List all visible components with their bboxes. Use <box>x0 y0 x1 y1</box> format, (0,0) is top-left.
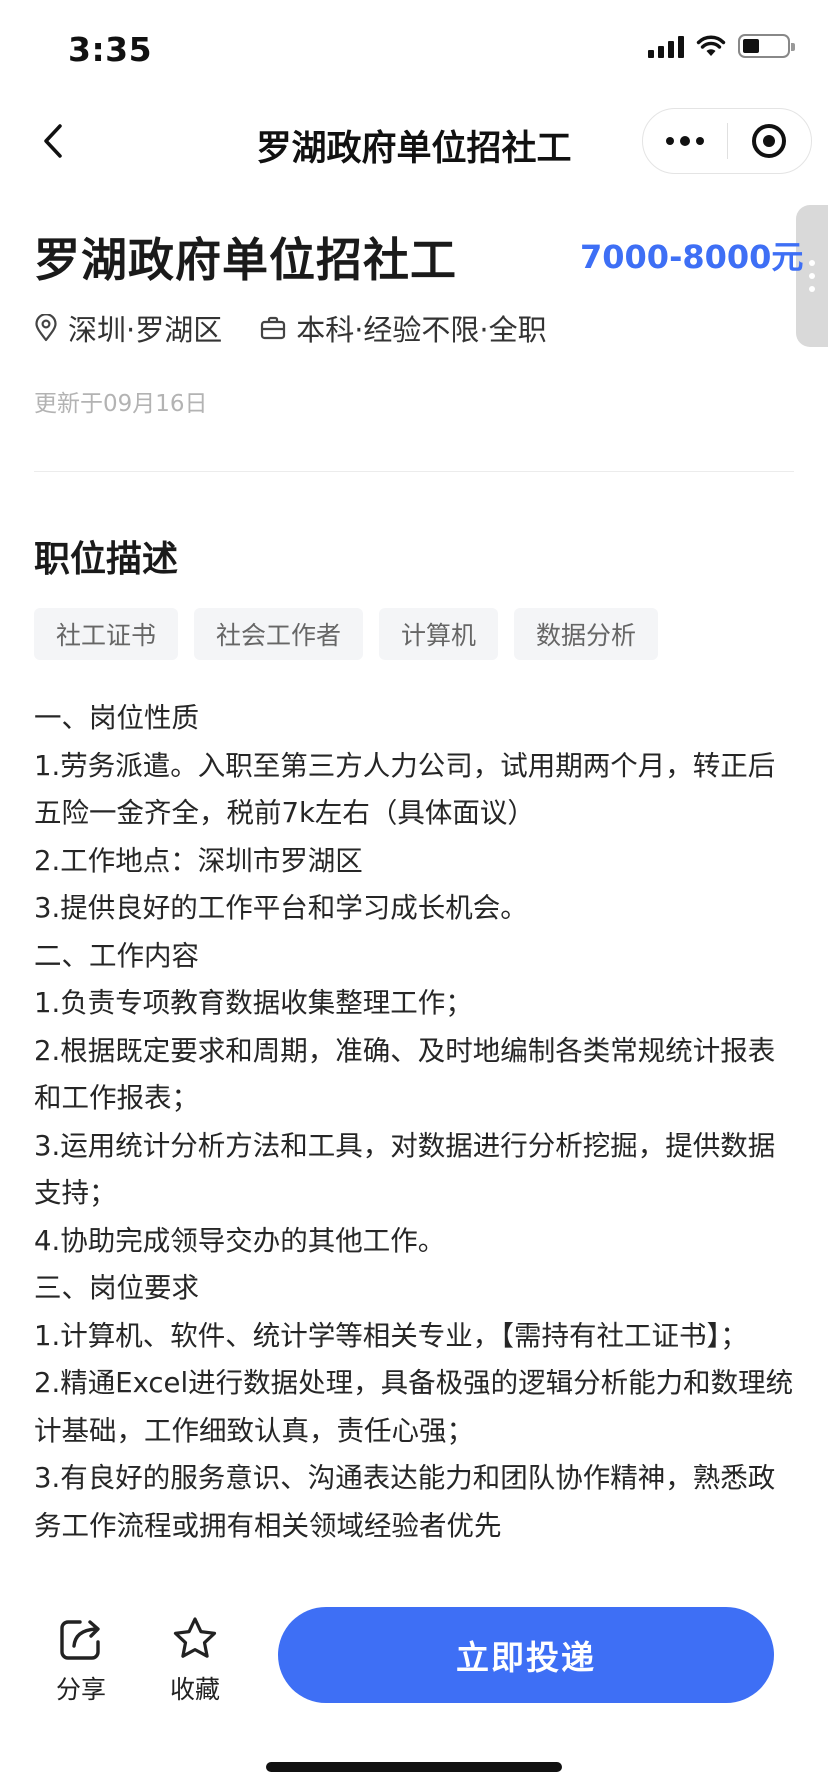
miniprogram-capsule <box>642 108 812 174</box>
description-line: 1.计算机、软件、统计学等相关专业，【需持有社工证书】； <box>34 1319 748 1352</box>
divider <box>34 471 794 472</box>
skill-tag: 计算机 <box>379 608 499 660</box>
briefcase-icon <box>261 316 286 340</box>
wifi-icon <box>696 35 726 56</box>
job-meta-row: 深圳·罗湖区 本科·经验不限·全职 <box>34 307 547 349</box>
star-icon <box>173 1617 217 1658</box>
job-requirements: 本科·经验不限·全职 <box>260 307 547 349</box>
description-line: 一、岗位性质 <box>34 702 199 734</box>
apply-button[interactable]: 立即投递 <box>278 1607 774 1703</box>
salary: 7000-8000元 <box>580 238 804 276</box>
status-icons <box>648 34 795 58</box>
share-label: 分享 <box>55 1675 106 1704</box>
share-icon <box>60 1620 100 1660</box>
updated-date: 更新于09月16日 <box>34 391 208 417</box>
description-line: 3.运用统计分析方法和工具，对数据进行分析挖掘，提供数据支持； <box>34 1129 776 1210</box>
description-line: 1.劳务派遣。入职至第三方人力公司，试用期两个月，转正后五险一金齐全，税前7k左… <box>34 749 776 830</box>
section-title-description: 职位描述 <box>34 539 179 580</box>
description-line: 2.精通Excel进行数据处理，具备极强的逻辑分析能力和数理统计基础，工作细致认… <box>34 1367 794 1447</box>
location-pin-icon <box>35 314 57 342</box>
description-line: 1.负责专项教育数据收集整理工作； <box>34 987 473 1019</box>
favorite-label: 收藏 <box>169 1675 220 1704</box>
description-line: 3.提供良好的工作平台和学习成长机会。 <box>34 892 528 924</box>
bottom-action-bar: 分享 收藏 立即投递 <box>0 1586 828 1792</box>
skill-tag: 数据分析 <box>514 608 659 660</box>
status-time: 3:35 <box>68 30 153 69</box>
description-line: 2.根据既定要求和周期，准确、及时地编制各类常规统计报表和工作报表； <box>34 1034 776 1115</box>
target-icon <box>752 124 787 158</box>
job-description-text: 一、岗位性质 1.劳务派遣。入职至第三方人力公司，试用期两个月，转正后五险一金齐… <box>34 695 796 1586</box>
job-requirements-text: 本科·经验不限·全职 <box>296 313 547 347</box>
close-miniprogram-button[interactable] <box>728 109 812 173</box>
description-line: 2.工作地点：深圳市罗湖区 <box>34 844 363 877</box>
skill-tag: 社工证书 <box>34 608 179 660</box>
description-line: 二、工作内容 <box>34 939 199 972</box>
description-line: 三、岗位要求 <box>34 1272 199 1304</box>
home-indicator[interactable] <box>266 1762 562 1772</box>
cellular-signal-icon <box>648 34 684 58</box>
description-line: 4.协助完成领导交办的其他工作。 <box>34 1224 446 1257</box>
battery-icon <box>738 34 795 58</box>
job-location-text: 深圳·罗湖区 <box>68 313 223 347</box>
job-title: 罗湖政府单位招社工 <box>34 233 457 287</box>
job-location: 深圳·罗湖区 <box>34 307 222 349</box>
favorite-button[interactable]: 收藏 <box>150 1614 240 1706</box>
skill-tags: 社工证书 社会工作者 计算机 数据分析 <box>34 608 659 660</box>
more-dots-icon[interactable] <box>643 109 727 173</box>
nav-bar: 罗湖政府单位招社工 <box>0 100 828 182</box>
description-line: 3.有良好的服务意识、沟通表达能力和团队协作精神，熟悉政务工作流程或拥有相关领域… <box>34 1462 776 1542</box>
skill-tag: 社会工作者 <box>194 608 364 660</box>
share-button[interactable]: 分享 <box>36 1614 126 1706</box>
status-bar: 3:35 <box>0 0 828 100</box>
